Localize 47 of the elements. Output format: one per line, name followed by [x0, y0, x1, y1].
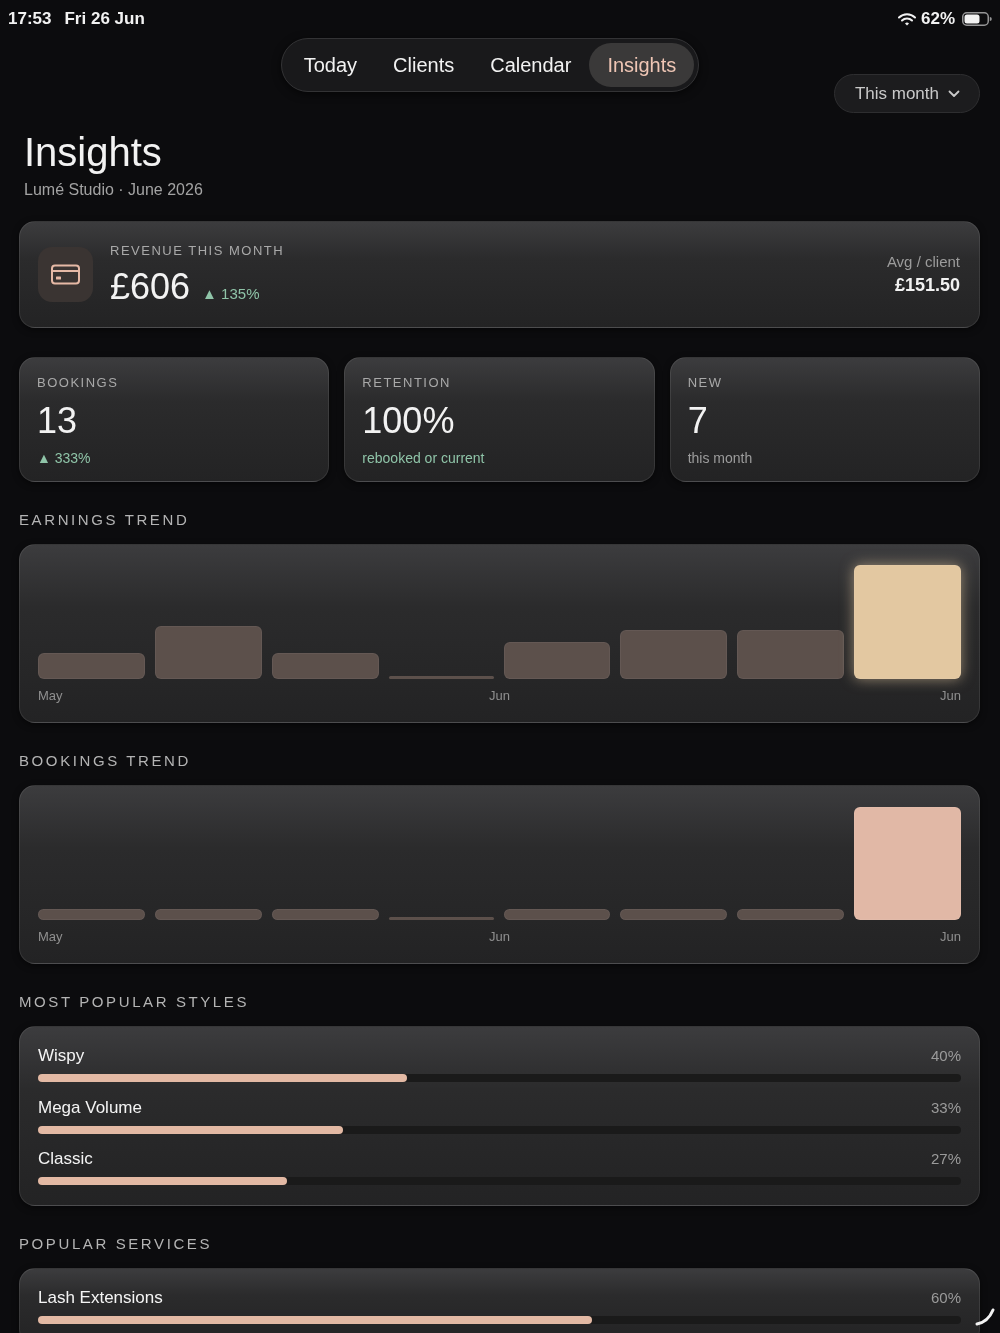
battery-icon [962, 12, 992, 26]
stat-label: RETENTION [362, 375, 452, 391]
ranking-name: Wispy [38, 1046, 85, 1066]
nav-tab[interactable]: Insights [589, 43, 695, 87]
stat-note: ▲ 333% [37, 449, 92, 467]
period-dropdown[interactable]: This month [833, 74, 980, 113]
ranking-percentage: 33% [930, 1097, 961, 1118]
wifi-icon [897, 12, 916, 26]
section-heading: POPULAR SERVICES [19, 1235, 214, 1253]
axis-label: Jun [489, 929, 510, 945]
stat-value: 13 [37, 401, 79, 441]
ranking-percentage: 60% [930, 1288, 961, 1308]
axis-label: May [38, 929, 63, 945]
ranking-percentage: 27% [930, 1149, 961, 1169]
stat-value: 7 [687, 401, 709, 441]
ranking-percentage: 40% [930, 1046, 961, 1066]
status-time: 17:53 [8, 9, 52, 29]
revenue-change: ▲ 135% [202, 284, 260, 302]
stat-label: BOOKINGS [37, 375, 120, 391]
avg-client-label: Avg / client [886, 253, 960, 271]
battery-percentage: 62% [920, 9, 955, 29]
ranking-name: Lash Extensions [38, 1288, 163, 1308]
stat-note: rebooked or current [362, 449, 486, 467]
chevron-down-icon [948, 89, 960, 98]
section-heading: BOOKINGS TREND [19, 752, 192, 770]
axis-label: Jun [940, 688, 961, 704]
revenue-amount: £606 [110, 266, 191, 307]
section-heading: EARNINGS TREND [19, 511, 191, 529]
avg-client-value: £151.50 [894, 274, 960, 296]
stat-label: NEW [687, 375, 724, 391]
axis-label: Jun [940, 929, 961, 945]
status-date: Fri 26 Jun [64, 9, 145, 29]
revenue-label: REVENUE THIS MONTH [110, 242, 285, 259]
nav-tab[interactable]: Clients [375, 43, 473, 87]
nav-tab[interactable]: Today [285, 43, 376, 87]
axis-label: Jun [489, 688, 510, 704]
stat-value: 100% [362, 401, 456, 441]
page-title: Insights [24, 129, 163, 175]
stat-note: this month [687, 449, 754, 467]
corner-arc-icon [975, 1308, 995, 1326]
credit-card-icon [38, 247, 93, 302]
axis-label: May [38, 688, 63, 704]
nav-tab[interactable]: Calendar [472, 43, 590, 87]
page-subtitle: Lumé Studio · June 2026 [24, 180, 204, 200]
ranking-name: Mega Volume [38, 1097, 142, 1118]
section-heading: MOST POPULAR STYLES [19, 993, 250, 1011]
ranking-name: Classic [38, 1149, 93, 1169]
